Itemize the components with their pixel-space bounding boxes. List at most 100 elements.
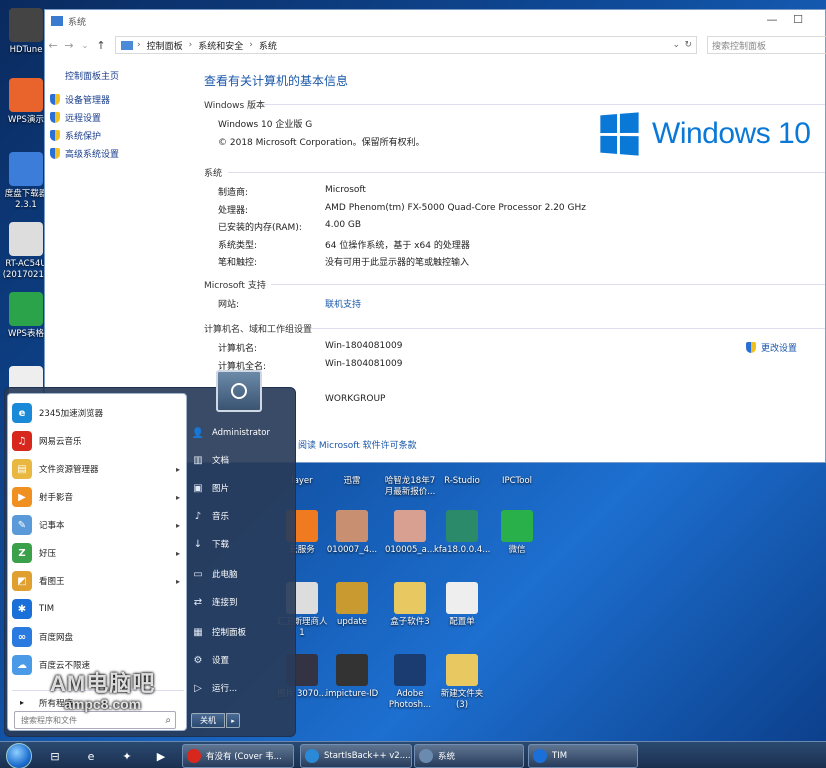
program-icon: ∞ (12, 627, 32, 647)
start-right-item[interactable]: ↓ 下载 (191, 533, 295, 555)
program-item[interactable]: e 2345加速浏览器 (12, 401, 184, 425)
control-panel-home-link[interactable]: 控制面板主页 (65, 69, 119, 82)
start-right-item[interactable]: ▦ 控制面板 (191, 621, 295, 643)
start-right-item[interactable]: ▥ 文档 (191, 449, 295, 471)
computer-value: Win-1804081009 (325, 341, 403, 351)
address-dropdown-icon[interactable]: ⌄ (672, 40, 680, 50)
maximize-button[interactable]: ☐ (783, 13, 813, 26)
desktop-icon[interactable]: 盒子软件3 (382, 582, 438, 628)
menu-icon: ▣ (193, 482, 203, 494)
shield-icon (50, 130, 60, 141)
desktop-icon[interactable]: 迅雷 (324, 462, 380, 487)
submenu-arrow-icon[interactable]: ▸ (176, 521, 180, 530)
license-terms-link[interactable]: 阅读 Microsoft 软件许可条款 (298, 438, 417, 451)
task-view-icon[interactable]: ⊟ (44, 745, 66, 767)
app-icon (446, 510, 478, 542)
recent-dropdown-icon[interactable]: ⌄ (77, 41, 93, 50)
device-manager-link[interactable]: 设备管理器 (50, 93, 110, 106)
advanced-settings-link[interactable]: 高级系统设置 (50, 147, 119, 160)
desktop-icon[interactable]: update (324, 582, 380, 628)
change-settings-link[interactable]: 更改设置 (746, 341, 797, 354)
divider (263, 104, 825, 105)
app-icon (394, 510, 426, 542)
app-icon (9, 222, 43, 256)
start-right-item[interactable]: ▷ 运行... (191, 677, 295, 699)
address-bar: ← → ⌄ ↑ › 控制面板 › 系统和安全 › 系统 ⌄ ↻ 搜索控制面板 (45, 34, 826, 56)
breadcrumb-system-security[interactable]: 系统和安全 (198, 39, 243, 52)
taskbar-button[interactable]: 有没有 (Cover 韦... (182, 744, 294, 768)
breadcrumb-system[interactable]: 系统 (259, 39, 277, 52)
program-item[interactable]: ✎ 记事本 ▸ (12, 513, 184, 537)
control-panel-icon (121, 40, 133, 50)
desktop-icon[interactable]: impicture-ID (324, 654, 380, 700)
app-icon (187, 749, 201, 763)
program-icon: e (12, 403, 32, 423)
desktop-icon[interactable]: 配置单 (434, 582, 490, 628)
start-right-item[interactable]: ▭ 此电脑 (191, 563, 295, 585)
back-icon[interactable]: ← (45, 39, 61, 52)
shutdown-button[interactable]: 关机 (191, 713, 225, 728)
breadcrumb-control-panel[interactable]: 控制面板 (147, 39, 183, 52)
spec-label: 笔和触控: (218, 258, 258, 268)
support-section: Microsoft 支持 (204, 281, 266, 291)
start-right-item[interactable]: 👤 Administrator (191, 422, 295, 444)
taskbar-button[interactable]: 系统 (414, 744, 524, 768)
submenu-arrow-icon[interactable]: ▸ (176, 493, 180, 502)
start-search-input[interactable]: 搜索程序和文件 ⌕ (14, 711, 176, 729)
start-button[interactable] (6, 743, 32, 768)
search-input[interactable]: 搜索控制面板 (707, 36, 826, 54)
program-item[interactable]: ∞ 百度网盘 (12, 625, 184, 649)
forward-icon[interactable]: → (61, 39, 77, 52)
watermark: AM电脑吧 ampc8.com (50, 671, 156, 712)
edition-value: Windows 10 企业版 G (218, 120, 313, 130)
divider (311, 328, 825, 329)
start-right-item[interactable]: ▣ 图片 (191, 477, 295, 499)
menu-icon: ▦ (193, 626, 203, 638)
desktop-icon[interactable]: IPCTool (489, 462, 545, 487)
app-icon (336, 582, 368, 614)
media-icon[interactable]: ▶ (150, 745, 172, 767)
computer-label: 计算机名: (218, 344, 258, 354)
user-avatar[interactable] (216, 370, 262, 412)
program-item[interactable]: ▤ 文件资源管理器 ▸ (12, 457, 184, 481)
up-icon[interactable]: ↑ (93, 39, 109, 52)
desktop-icon[interactable]: kfa18.0.0.4... (434, 510, 490, 556)
windows-logo: Windows 10 (598, 112, 811, 156)
taskbar-button[interactable]: StartIsBack++ v2.... (300, 744, 412, 768)
app-icon (336, 654, 368, 686)
desktop-icon[interactable]: 010007_4... (324, 510, 380, 556)
ie-icon[interactable]: e (80, 745, 102, 767)
taskbar-button[interactable]: TIM (528, 744, 638, 768)
online-support-link[interactable]: 联机支持 (325, 297, 361, 310)
remote-settings-link[interactable]: 远程设置 (50, 111, 101, 124)
submenu-arrow-icon[interactable]: ▸ (176, 465, 180, 474)
desktop-icon[interactable]: 新建文件夹 (3) (434, 654, 490, 711)
program-icon: ♫ (12, 431, 32, 451)
program-icon: ✱ (12, 599, 32, 619)
program-item[interactable]: ✱ TIM (12, 597, 184, 621)
shutdown-options-button[interactable]: ▸ (226, 713, 240, 728)
desktop-icon[interactable]: 010005_a... (382, 510, 438, 556)
desktop-icon[interactable]: Adobe Photosh... (382, 654, 438, 711)
start-right-item[interactable]: ⚙ 设置 (191, 649, 295, 671)
menu-icon: ⚙ (193, 654, 203, 666)
system-protection-link[interactable]: 系统保护 (50, 129, 101, 142)
desktop-icon[interactable]: R-Studio (434, 462, 490, 487)
start-right-item[interactable]: ♪ 音乐 (191, 505, 295, 527)
system-section: 系统 (204, 169, 223, 179)
submenu-arrow-icon[interactable]: ▸ (176, 577, 180, 586)
program-item[interactable]: ♫ 网易云音乐 (12, 429, 184, 453)
app-icon[interactable]: ✦ (116, 745, 138, 767)
program-item[interactable]: ▶ 射手影音 ▸ (12, 485, 184, 509)
start-right-item[interactable]: ⇄ 连接到 (191, 591, 295, 613)
menu-icon: ♪ (194, 510, 202, 522)
refresh-icon[interactable]: ↻ (684, 40, 692, 50)
address-box[interactable]: › 控制面板 › 系统和安全 › 系统 ⌄ ↻ (115, 36, 697, 54)
spec-label: 制造商: (218, 188, 249, 198)
app-icon (533, 749, 547, 763)
submenu-arrow-icon[interactable]: ▸ (176, 549, 180, 558)
desktop-icon[interactable]: 微信 (489, 510, 545, 556)
program-item[interactable]: ◩ 看图王 ▸ (12, 569, 184, 593)
program-item[interactable]: Z 好压 ▸ (12, 541, 184, 565)
desktop-icon[interactable]: 哈智龙18年7月最新报价... (382, 462, 438, 498)
